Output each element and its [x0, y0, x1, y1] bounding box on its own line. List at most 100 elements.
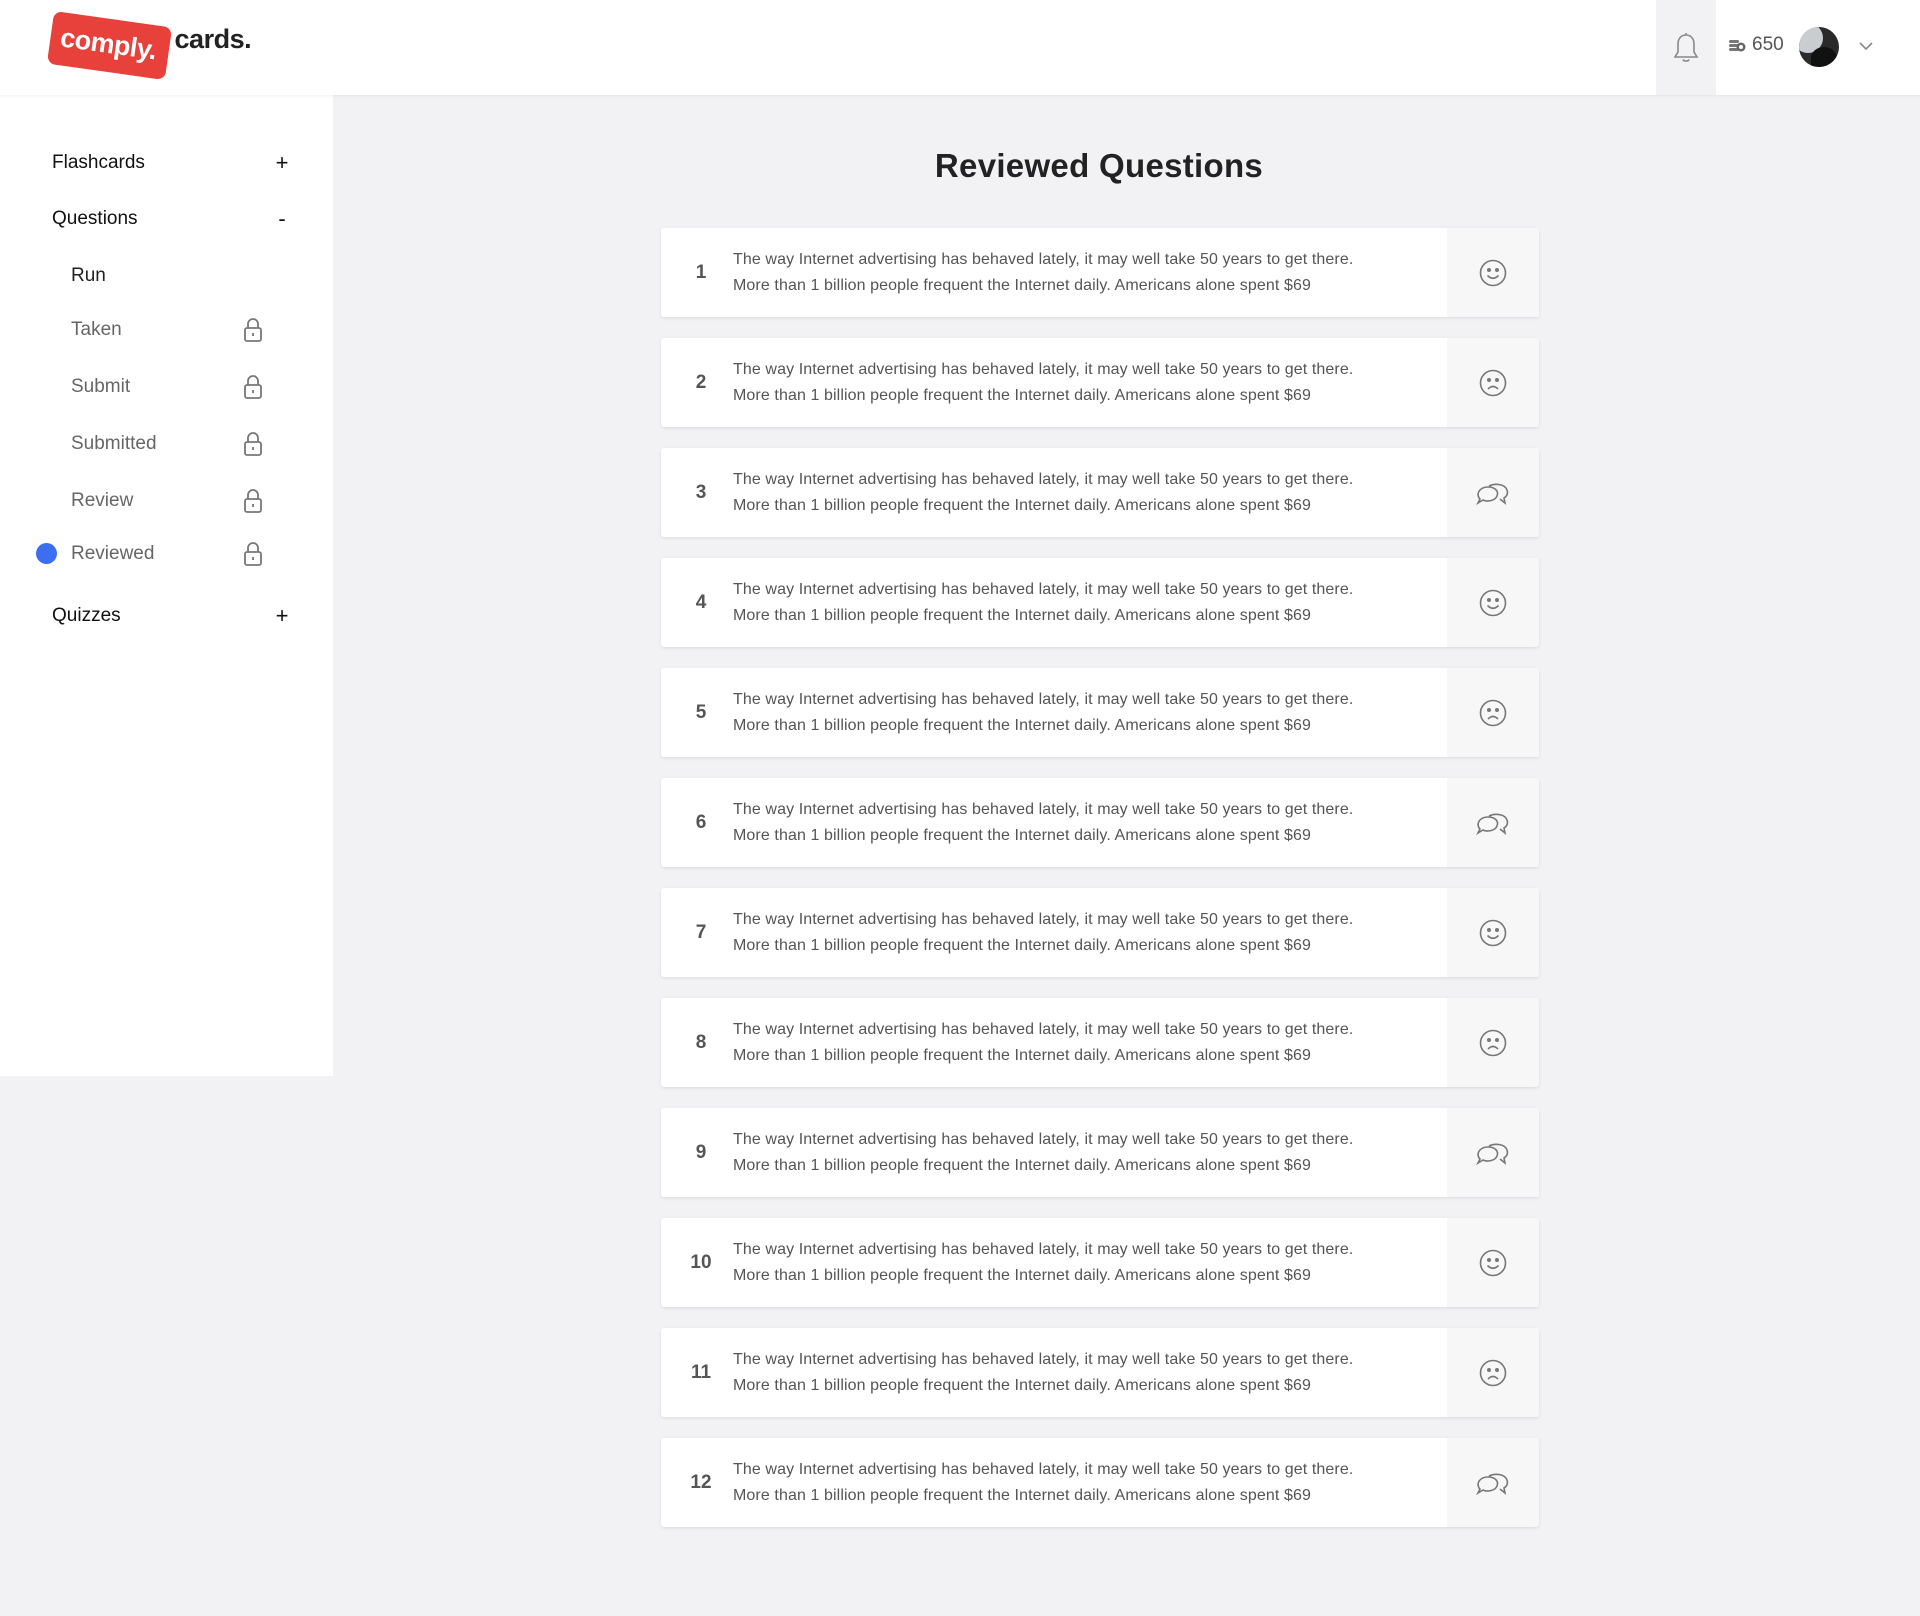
question-card[interactable]: 8 The way Internet advertising has behave…	[661, 998, 1539, 1087]
question-number: 9	[695, 1141, 707, 1163]
review-status[interactable]	[1447, 448, 1539, 537]
review-status[interactable]	[1447, 668, 1539, 757]
question-line: More than 1 billion people frequent the …	[733, 826, 1311, 844]
review-status[interactable]	[1447, 1438, 1539, 1527]
question-line: More than 1 billion people frequent the …	[733, 936, 1311, 954]
question-card[interactable]: 5 The way Internet advertising has behave…	[661, 668, 1539, 757]
sidebar-item-label: Reviewed	[71, 543, 155, 564]
question-number: 12	[690, 1471, 712, 1493]
question-card[interactable]: 7 The way Internet advertising has behave…	[661, 888, 1539, 977]
collapse-icon[interactable]: -	[272, 206, 292, 232]
frown-icon	[1478, 1028, 1508, 1058]
logo-text: cards.	[174, 23, 252, 54]
review-status[interactable]	[1447, 778, 1539, 867]
question-number: 4	[695, 591, 707, 613]
top-header: comply. cards. 650	[0, 0, 1920, 95]
question-text: The way Internet advertising has behaved…	[733, 357, 1447, 409]
question-number: 8	[695, 1031, 707, 1053]
sidebar-item-label: Review	[71, 490, 134, 511]
sidebar-item-run[interactable]: Run	[71, 261, 263, 291]
sidebar-item-label: Submit	[71, 376, 131, 397]
question-line: More than 1 billion people frequent the …	[733, 1486, 1311, 1504]
lock-icon	[244, 318, 262, 342]
chat-icon	[1475, 478, 1511, 508]
question-line: More than 1 billion people frequent the …	[733, 276, 1311, 294]
coin-balance: 650	[1728, 34, 1784, 56]
question-text: The way Internet advertising has behaved…	[733, 1237, 1447, 1289]
expand-icon[interactable]: +	[272, 603, 292, 629]
smile-icon	[1478, 258, 1508, 288]
question-card[interactable]: 11 The way Internet advertising has behav…	[661, 1328, 1539, 1417]
lock-icon	[244, 542, 262, 566]
review-status[interactable]	[1447, 1328, 1539, 1417]
question-text: The way Internet advertising has behaved…	[733, 1017, 1447, 1069]
question-line: The way Internet advertising has behaved…	[733, 1460, 1354, 1478]
sidebar-item-taken[interactable]: Taken	[71, 315, 263, 345]
question-number: 11	[690, 1361, 712, 1383]
question-line: The way Internet advertising has behaved…	[733, 910, 1354, 928]
sidebar-section-questions[interactable]: Questions -	[52, 204, 292, 234]
question-number: 3	[695, 481, 707, 503]
question-line: More than 1 billion people frequent the …	[733, 496, 1311, 514]
question-line: More than 1 billion people frequent the …	[733, 386, 1311, 404]
lock-icon	[244, 489, 262, 513]
active-indicator	[36, 543, 57, 564]
sidebar-item-review[interactable]: Review	[71, 486, 263, 516]
review-status[interactable]	[1447, 998, 1539, 1087]
app-logo[interactable]: comply. cards.	[46, 10, 252, 80]
question-line: The way Internet advertising has behaved…	[733, 580, 1354, 598]
question-card[interactable]: 9 The way Internet advertising has behave…	[661, 1108, 1539, 1197]
sidebar-item-reviewed[interactable]: Reviewed	[71, 539, 263, 569]
section-label: Quizzes	[52, 605, 121, 626]
frown-icon	[1478, 368, 1508, 398]
question-number: 2	[695, 371, 707, 393]
sidebar-section-quizzes[interactable]: Quizzes +	[52, 601, 292, 631]
question-text: The way Internet advertising has behaved…	[733, 1127, 1447, 1179]
question-card[interactable]: 12 The way Internet advertising has behav…	[661, 1438, 1539, 1527]
question-card[interactable]: 3 The way Internet advertising has behave…	[661, 448, 1539, 537]
question-text: The way Internet advertising has behaved…	[733, 797, 1447, 849]
chat-icon	[1475, 808, 1511, 838]
question-line: More than 1 billion people frequent the …	[733, 1376, 1311, 1394]
sidebar-item-submitted[interactable]: Submitted	[71, 429, 263, 459]
review-status[interactable]	[1447, 228, 1539, 317]
review-status[interactable]	[1447, 338, 1539, 427]
lock-icon	[244, 375, 262, 399]
review-status[interactable]	[1447, 888, 1539, 977]
expand-icon[interactable]: +	[272, 150, 292, 176]
frown-icon	[1478, 1358, 1508, 1388]
question-card[interactable]: 2 The way Internet advertising has behave…	[661, 338, 1539, 427]
question-line: The way Internet advertising has behaved…	[733, 1350, 1354, 1368]
question-card[interactable]: 4 The way Internet advertising has behave…	[661, 558, 1539, 647]
question-line: The way Internet advertising has behaved…	[733, 250, 1354, 268]
coin-count: 650	[1752, 34, 1784, 55]
question-line: The way Internet advertising has behaved…	[733, 360, 1354, 378]
section-label: Questions	[52, 208, 138, 229]
question-line: The way Internet advertising has behaved…	[733, 1020, 1354, 1038]
review-status[interactable]	[1447, 558, 1539, 647]
question-line: More than 1 billion people frequent the …	[733, 1046, 1311, 1064]
logo-badge: comply.	[46, 10, 172, 80]
account-menu-button[interactable]	[1856, 36, 1876, 56]
sidebar-item-submit[interactable]: Submit	[71, 372, 263, 402]
sidebar-section-flashcards[interactable]: Flashcards +	[52, 148, 292, 178]
question-line: The way Internet advertising has behaved…	[733, 800, 1354, 818]
question-number: 5	[695, 701, 707, 723]
avatar[interactable]	[1799, 27, 1839, 67]
smile-icon	[1478, 918, 1508, 948]
question-line: The way Internet advertising has behaved…	[733, 690, 1354, 708]
question-card[interactable]: 1 The way Internet advertising has behave…	[661, 228, 1539, 317]
question-card[interactable]: 6 The way Internet advertising has behave…	[661, 778, 1539, 867]
bell-icon	[1673, 32, 1699, 62]
question-card[interactable]: 10 The way Internet advertising has behav…	[661, 1218, 1539, 1307]
sidebar-item-label: Run	[71, 265, 106, 286]
question-line: More than 1 billion people frequent the …	[733, 606, 1311, 624]
question-number: 1	[695, 261, 707, 283]
question-text: The way Internet advertising has behaved…	[733, 907, 1447, 959]
notifications-button[interactable]	[1656, 0, 1716, 95]
chat-icon	[1475, 1138, 1511, 1168]
review-status[interactable]	[1447, 1218, 1539, 1307]
smile-icon	[1478, 588, 1508, 618]
review-status[interactable]	[1447, 1108, 1539, 1197]
question-line: The way Internet advertising has behaved…	[733, 470, 1354, 488]
